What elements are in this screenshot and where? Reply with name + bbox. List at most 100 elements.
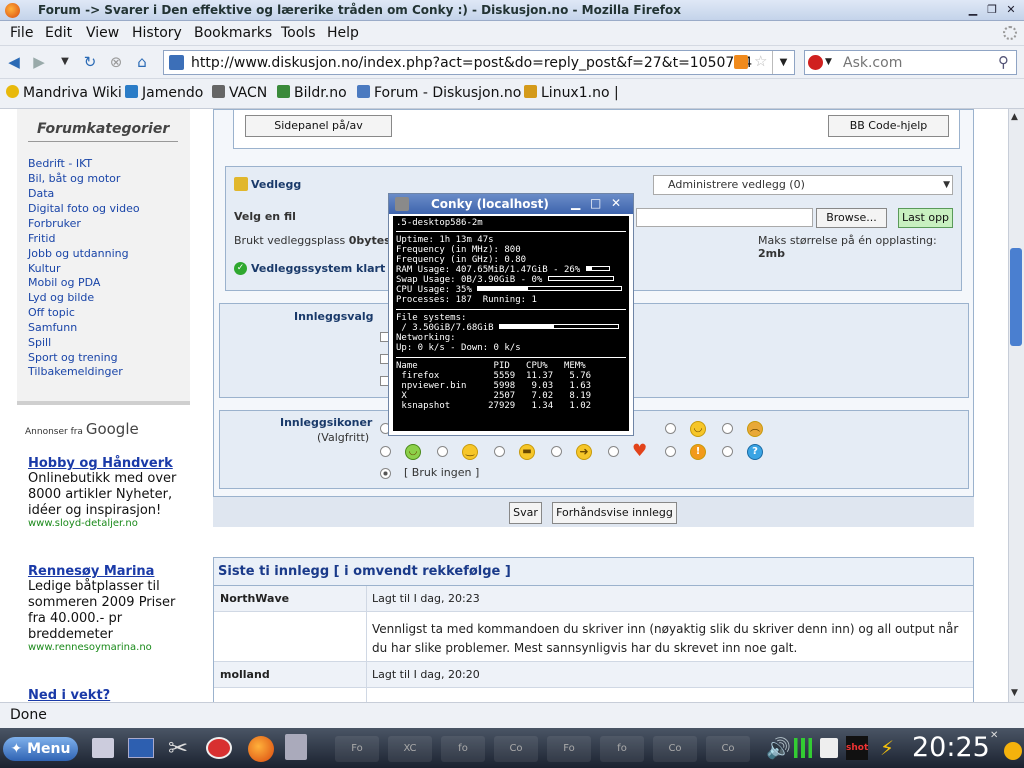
menu-bookmarks[interactable]: Bookmarks	[194, 25, 272, 41]
bookmark-star-icon[interactable]: ☆	[754, 52, 767, 70]
task-button[interactable]: Co	[494, 736, 538, 762]
conky-window[interactable]: Conky (localhost) ▁ □ ✕ .5-desktop586-2m…	[388, 193, 634, 436]
search-icon[interactable]: ⚲	[998, 53, 1009, 71]
category-link[interactable]: Kultur	[28, 262, 61, 275]
bookmark-jamendo[interactable]: Jamendo	[125, 85, 203, 101]
icon-radio-none[interactable]	[380, 468, 391, 479]
menu-help[interactable]: Help	[327, 25, 359, 41]
forward-icon[interactable]: ▶	[29, 52, 49, 72]
upload-button[interactable]: Last opp	[898, 208, 953, 228]
history-dropdown-icon[interactable]: ▼	[55, 52, 75, 72]
icon-radio[interactable]	[608, 446, 619, 457]
scroll-up-icon[interactable]: ▲	[1011, 112, 1018, 122]
close-icon[interactable]: ✕	[1004, 3, 1018, 17]
conky-minimize-icon[interactable]: ▁	[571, 196, 580, 210]
conky-close-icon[interactable]: ✕	[611, 196, 621, 210]
stop-icon[interactable]: ⊗	[106, 52, 126, 72]
category-link[interactable]: Lyd og bilde	[28, 291, 94, 304]
ad-url[interactable]: www.sloyd-detaljer.no	[28, 518, 138, 529]
minimize-icon[interactable]: ▁	[966, 3, 980, 17]
bookmark-vacn[interactable]: VACN	[212, 85, 267, 101]
bookmark-bildr[interactable]: Bildr.no	[277, 85, 347, 101]
bookmark-forum-diskusjon[interactable]: Forum - Diskusjon.no	[357, 85, 521, 101]
manage-attachments-select[interactable]: Administrere vedlegg (0) ▼	[653, 175, 953, 195]
task-button[interactable]: Fo	[547, 736, 591, 762]
category-link[interactable]: Samfunn	[28, 321, 77, 334]
menu-view[interactable]: View	[86, 25, 119, 41]
ad-title[interactable]: Ned i vekt?	[28, 688, 110, 702]
power-icon[interactable]: ⚡	[880, 736, 894, 760]
ad-title[interactable]: Hobby og Håndverk	[28, 456, 173, 471]
task-button[interactable]: fo	[441, 736, 485, 762]
bookmark-linux1[interactable]: Linux1.no |	[524, 85, 619, 101]
maximize-icon[interactable]: ❐	[985, 3, 999, 17]
conky-maximize-icon[interactable]: □	[590, 196, 601, 210]
home-icon[interactable]: ⌂	[132, 52, 152, 72]
engine-dropdown-icon[interactable]: ▼	[825, 57, 832, 67]
start-menu-button[interactable]: ✦ Menu	[3, 737, 78, 761]
close-panel-icon[interactable]: ✕	[990, 730, 998, 741]
icon-radio[interactable]	[437, 446, 448, 457]
show-desktop-icon[interactable]	[92, 738, 114, 758]
file-path-input[interactable]	[636, 208, 813, 227]
task-button[interactable]: Fo	[335, 736, 379, 762]
window-list-icon[interactable]	[285, 734, 307, 760]
remote-desktop-icon[interactable]	[206, 737, 232, 759]
scroll-down-icon[interactable]: ▼	[1011, 688, 1018, 698]
category-link[interactable]: Tilbakemeldinger	[28, 365, 123, 378]
category-link[interactable]: Bil, båt og motor	[28, 172, 120, 185]
back-icon[interactable]: ◀	[4, 52, 24, 72]
menu-file[interactable]: File	[10, 25, 33, 41]
network-signal-icon[interactable]	[794, 738, 812, 758]
task-button[interactable]: Co	[653, 736, 697, 762]
post-author[interactable]: NorthWave	[220, 592, 289, 605]
task-button[interactable]: Co	[706, 736, 750, 762]
icon-radio[interactable]	[665, 423, 676, 434]
category-link[interactable]: Fritid	[28, 232, 55, 245]
url-bar[interactable]: http://www.diskusjon.no/index.php?act=po…	[163, 50, 795, 75]
preview-button[interactable]: Forhåndsvise innlegg	[552, 502, 677, 524]
volume-icon[interactable]: 🔊	[766, 736, 791, 760]
icon-radio[interactable]	[722, 446, 733, 457]
category-link[interactable]: Off topic	[28, 306, 75, 319]
task-button[interactable]: XC	[388, 736, 432, 762]
category-link[interactable]: Sport og trening	[28, 351, 118, 364]
reload-icon[interactable]: ↻	[80, 52, 100, 72]
ad-url[interactable]: www.rennesoymarina.no	[28, 642, 152, 653]
browse-button[interactable]: Browse...	[816, 208, 887, 228]
category-link[interactable]: Spill	[28, 336, 51, 349]
category-link[interactable]: Jobb og utdanning	[28, 247, 129, 260]
menu-tools[interactable]: Tools	[281, 25, 316, 41]
clipboard-icon[interactable]	[820, 738, 838, 758]
icon-radio[interactable]	[380, 446, 391, 457]
screenshot-tray-icon[interactable]: shot	[846, 736, 868, 760]
icon-radio[interactable]	[722, 423, 733, 434]
category-link[interactable]: Data	[28, 187, 54, 200]
tools-icon[interactable]: ✂	[168, 734, 188, 762]
icon-radio[interactable]	[494, 446, 505, 457]
bookmark-mandriva-wiki[interactable]: Mandriva Wiki	[6, 85, 122, 101]
ad-title[interactable]: Rennesøy Marina	[28, 564, 154, 579]
reply-button[interactable]: Svar	[509, 502, 542, 524]
post-author[interactable]: molland	[220, 668, 270, 681]
vertical-scrollbar[interactable]: ▲ ▼	[1008, 109, 1024, 702]
url-dropdown-icon[interactable]: ▼	[772, 51, 794, 74]
bbcode-help-button[interactable]: BB Code-hjelp	[828, 115, 949, 137]
task-button[interactable]: fo	[600, 736, 644, 762]
category-link[interactable]: Forbruker	[28, 217, 81, 230]
ask-engine-icon[interactable]	[808, 55, 823, 70]
menu-edit[interactable]: Edit	[45, 25, 72, 41]
icon-radio[interactable]	[551, 446, 562, 457]
category-link[interactable]: Mobil og PDA	[28, 276, 100, 289]
firefox-launcher-icon[interactable]	[248, 736, 274, 762]
conky-titlebar[interactable]: Conky (localhost) ▁ □ ✕	[389, 194, 633, 214]
category-link[interactable]: Digital foto og video	[28, 202, 140, 215]
category-link[interactable]: Bedrift - IKT	[28, 157, 92, 170]
icon-radio[interactable]	[665, 446, 676, 457]
sidepanel-toggle-button[interactable]: Sidepanel på/av	[245, 115, 392, 137]
rss-icon[interactable]	[734, 55, 748, 69]
scrollbar-thumb[interactable]	[1010, 248, 1022, 346]
search-bar[interactable]: ▼ ⚲	[804, 50, 1017, 75]
menu-history[interactable]: History	[132, 25, 182, 41]
search-input[interactable]	[843, 53, 993, 72]
